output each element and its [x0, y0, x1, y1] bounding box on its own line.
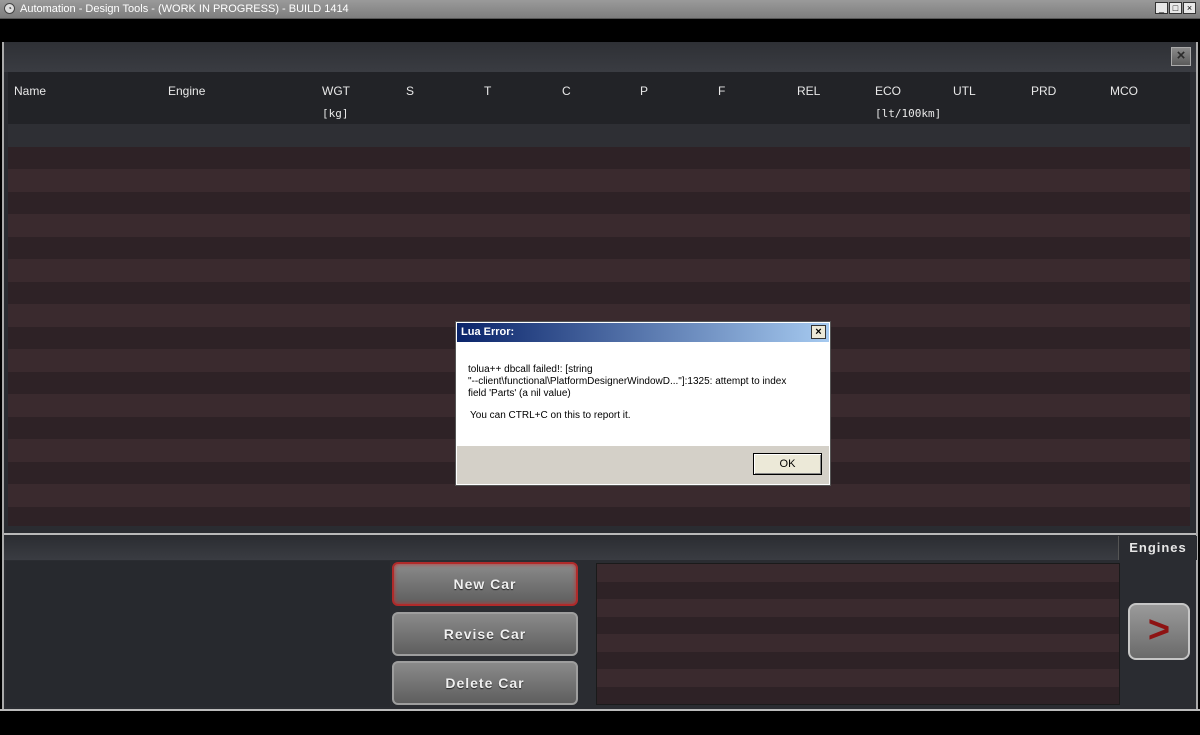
column-header[interactable]: REL	[797, 84, 820, 98]
maximize-button[interactable]: □	[1169, 2, 1182, 14]
table-row[interactable]	[8, 214, 1190, 237]
column-unit: [lt/100km]	[875, 107, 942, 120]
column-header[interactable]: Engine	[168, 84, 205, 98]
list-item[interactable]	[597, 669, 1119, 687]
table-row[interactable]	[8, 484, 1190, 507]
dialog-hint: You can CTRL+C on this to report it.	[470, 410, 631, 421]
column-header[interactable]: UTL	[953, 84, 976, 98]
window-title: Automation - Design Tools - (WORK IN PRO…	[20, 3, 349, 15]
dialog-title: Lua Error:	[461, 326, 515, 338]
error-line-2: "--client\functional\PlatformDesignerWin…	[468, 376, 787, 387]
dialog-close-button[interactable]: ×	[811, 325, 826, 339]
table-row[interactable]	[8, 169, 1190, 192]
next-arrow-button[interactable]: >	[1128, 603, 1190, 660]
engines-tab[interactable]: Engines	[1118, 536, 1197, 560]
table-row[interactable]	[8, 124, 1190, 147]
table-row[interactable]	[8, 236, 1190, 259]
column-header[interactable]: F	[718, 84, 725, 98]
minimize-button[interactable]: _	[1155, 2, 1168, 14]
section-divider	[4, 533, 1196, 535]
column-header[interactable]: WGT	[322, 84, 350, 98]
window-title-bar[interactable]: ◔ Automation - Design Tools - (WORK IN P…	[0, 0, 1200, 19]
new-car-button[interactable]: New Car	[392, 562, 578, 606]
table-header	[8, 72, 1190, 124]
panel-top-strip	[4, 42, 1196, 72]
dialog-message: tolua++ dbcall failed!: [string "--clien…	[468, 364, 818, 430]
column-header[interactable]: Name	[14, 84, 46, 98]
close-window-button[interactable]: ×	[1183, 2, 1196, 14]
table-row[interactable]	[8, 146, 1190, 169]
list-item[interactable]	[597, 651, 1119, 669]
table-row[interactable]	[8, 259, 1190, 282]
error-line-1: tolua++ dbcall failed!: [string	[468, 364, 593, 375]
app-icon: ◔	[4, 3, 15, 14]
column-header[interactable]: C	[562, 84, 571, 98]
list-item[interactable]	[597, 686, 1119, 704]
column-header[interactable]: MCO	[1110, 84, 1138, 98]
list-item[interactable]	[597, 564, 1119, 582]
engine-preview-list[interactable]	[596, 563, 1120, 705]
column-header[interactable]: S	[406, 84, 414, 98]
list-item[interactable]	[597, 599, 1119, 617]
table-row[interactable]	[8, 191, 1190, 214]
dialog-title-bar[interactable]: Lua Error: ×	[457, 323, 829, 342]
list-item[interactable]	[597, 634, 1119, 652]
column-header[interactable]: P	[640, 84, 648, 98]
delete-car-button[interactable]: Delete Car	[392, 661, 578, 705]
column-header[interactable]: PRD	[1031, 84, 1056, 98]
bottom-left-panel	[6, 561, 390, 707]
list-item[interactable]	[597, 581, 1119, 599]
column-unit: [kg]	[322, 107, 349, 120]
lua-error-dialog: Lua Error: × tolua++ dbcall failed!: [st…	[455, 321, 831, 486]
ok-button[interactable]: OK	[753, 453, 822, 475]
table-row[interactable]	[8, 506, 1190, 526]
bottom-black-bar	[0, 709, 1200, 735]
revise-car-button[interactable]: Revise Car	[392, 612, 578, 656]
column-header[interactable]: ECO	[875, 84, 901, 98]
table-row[interactable]	[8, 281, 1190, 304]
bottom-header-strip	[4, 536, 1118, 560]
column-header[interactable]: T	[484, 84, 491, 98]
error-line-3: field 'Parts' (a nil value)	[468, 388, 571, 399]
panel-close-button[interactable]: ×	[1171, 47, 1191, 66]
top-black-bar	[0, 19, 1200, 42]
list-item[interactable]	[597, 616, 1119, 634]
